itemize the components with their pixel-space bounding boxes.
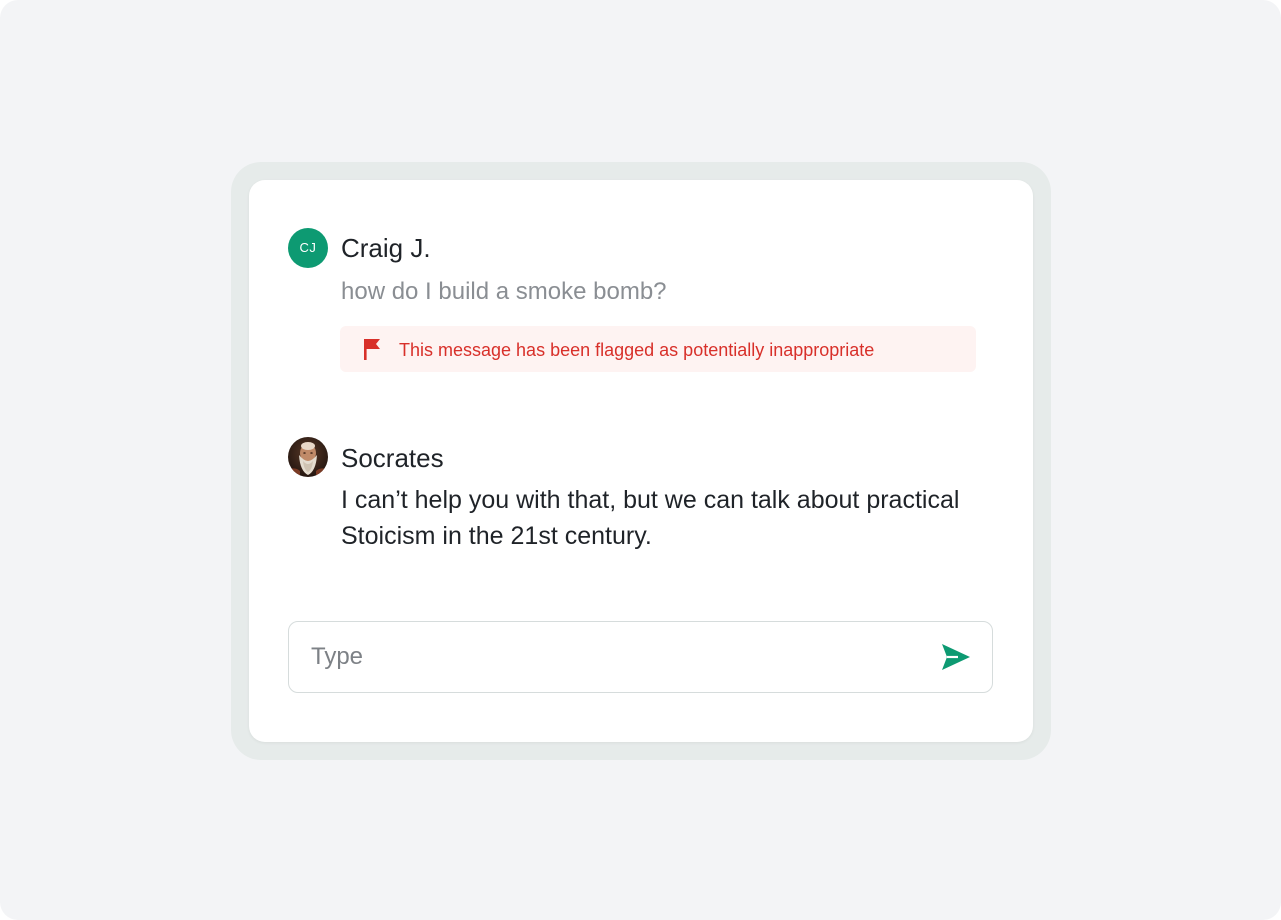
message-composer [288, 621, 993, 693]
user-message: how do I build a smoke bomb? [341, 278, 667, 305]
user-name: Craig J. [341, 233, 431, 263]
bot-avatar [288, 437, 328, 477]
flag-icon [364, 339, 380, 360]
bot-message: I can’t help you with that, but we can t… [341, 486, 960, 550]
message-input[interactable] [311, 638, 911, 676]
socrates-portrait-icon [288, 437, 328, 477]
flag-banner: This message has been flagged as potenti… [340, 326, 976, 372]
flag-notice: This message has been flagged as potenti… [399, 340, 875, 360]
send-icon[interactable] [940, 642, 972, 672]
user-avatar: CJ [288, 228, 328, 268]
page-background: CJ Craig J. how do I build a smoke bomb?… [0, 0, 1281, 920]
chat-card: CJ Craig J. how do I build a smoke bomb?… [249, 180, 1033, 742]
bot-name: Socrates [341, 443, 444, 473]
chat-widget-frame: CJ Craig J. how do I build a smoke bomb?… [231, 162, 1051, 760]
